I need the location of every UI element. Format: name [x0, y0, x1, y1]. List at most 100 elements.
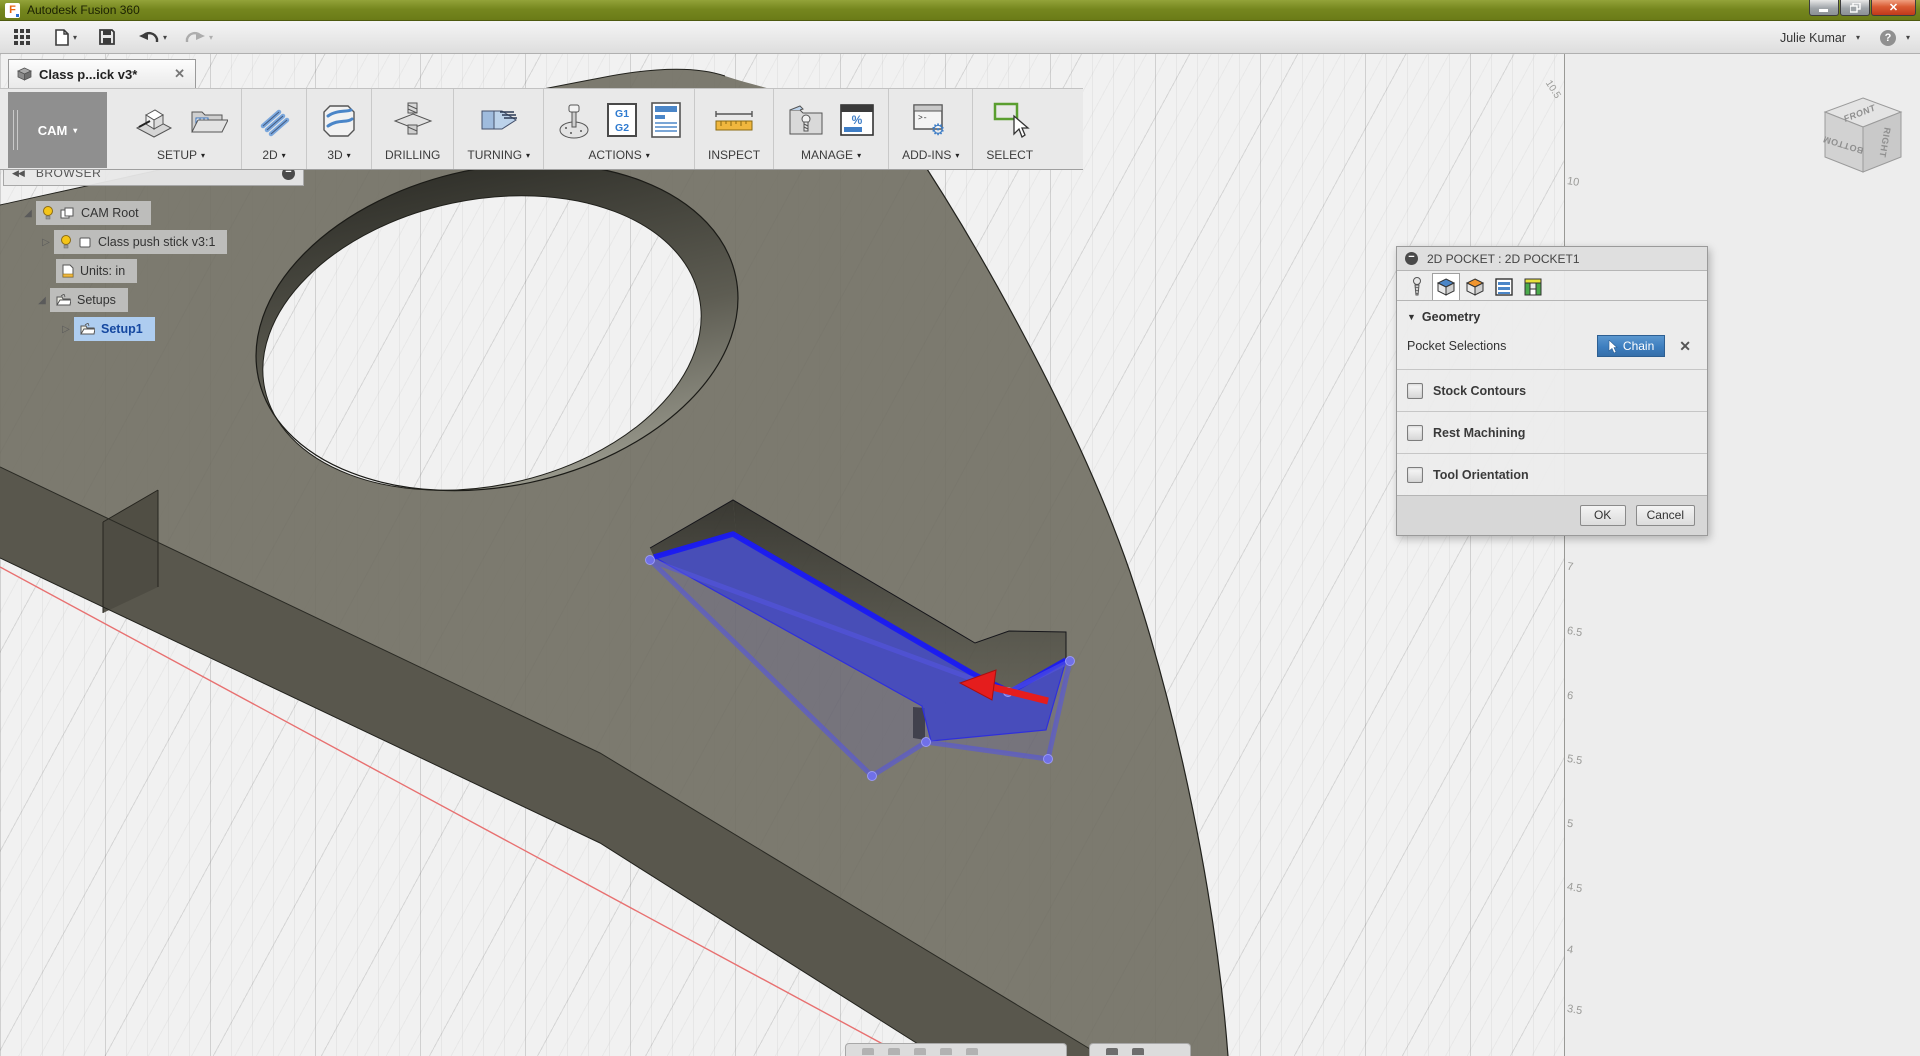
document-tab[interactable]: Class p...ick v3* ✕ — [8, 59, 196, 88]
tree-row-label[interactable]: Setups — [77, 293, 116, 307]
ribbon-group-drilling: DRILLING — [372, 89, 454, 169]
grid-label: 6.5 — [1566, 625, 1583, 639]
tab-heights-icon[interactable] — [1461, 273, 1489, 300]
navigation-bar[interactable] — [845, 1043, 1067, 1056]
visibility-bulb-icon[interactable] — [42, 206, 54, 220]
setup-folder-icon — [80, 323, 95, 335]
visibility-bulb-icon[interactable] — [60, 235, 72, 249]
undo-caret-icon[interactable]: ▾ — [163, 33, 167, 42]
tool-orientation-checkbox[interactable] — [1407, 467, 1423, 483]
svg-text:⚙: ⚙ — [931, 122, 945, 139]
tab-linking-icon[interactable] — [1519, 273, 1547, 300]
clear-selection-icon[interactable]: ✕ — [1673, 338, 1697, 355]
tab-passes-icon[interactable] — [1490, 273, 1518, 300]
machining-time-icon[interactable]: % — [839, 103, 875, 137]
section-title: Geometry — [1422, 310, 1480, 324]
dialog-title-bar[interactable]: − 2D POCKET : 2D POCKET1 — [1397, 247, 1707, 271]
user-menu-caret-icon[interactable]: ▾ — [1856, 33, 1860, 42]
cancel-button[interactable]: Cancel — [1636, 505, 1695, 526]
close-button[interactable]: ✕ — [1871, 0, 1916, 16]
post-process-icon[interactable] — [557, 101, 593, 139]
tree-row-label[interactable]: CAM Root — [81, 206, 139, 220]
tool-library-icon[interactable] — [787, 102, 825, 138]
rest-machining-row: Rest Machining — [1397, 411, 1707, 453]
workspace-label: CAM — [38, 123, 68, 138]
redo-caret-icon[interactable]: ▾ — [209, 33, 213, 42]
document-tab-close-icon[interactable]: ✕ — [172, 66, 187, 82]
collapsed-arrow-icon[interactable]: ▷ — [38, 237, 54, 248]
view-cube[interactable]: FRONT BOTTOM RIGHT — [1816, 88, 1912, 184]
help-caret-icon[interactable]: ▾ — [1906, 33, 1910, 42]
maximize-button[interactable] — [1840, 0, 1870, 16]
drilling-group-label[interactable]: DRILLING — [385, 148, 440, 162]
dropdown-arrow-icon[interactable]: ▾ — [955, 151, 959, 160]
3d-milling-icon[interactable] — [320, 102, 358, 138]
inspect-group-label[interactable]: INSPECT — [708, 148, 760, 162]
drilling-icon[interactable] — [392, 101, 434, 139]
workspace-caret-icon: ▾ — [73, 126, 77, 135]
dropdown-arrow-icon[interactable]: ▾ — [857, 151, 861, 160]
tree-row-units[interactable]: Units: in — [56, 259, 137, 283]
generate-gcode-icon[interactable]: G1 G2 — [607, 103, 637, 137]
tree-row-setups[interactable]: ◢ Setups — [34, 288, 128, 312]
help-button[interactable]: ? — [1880, 30, 1896, 46]
app-grid-icon[interactable] — [14, 29, 31, 46]
ribbon-group-2d: 2D ▾ — [242, 89, 307, 169]
select-group-label[interactable]: SELECT — [986, 148, 1033, 162]
tree-row-setup1[interactable]: ▷ Setup1 — [58, 317, 155, 341]
save-button[interactable] — [99, 29, 115, 45]
dialog-tab-strip — [1397, 271, 1707, 301]
rest-machining-checkbox[interactable] — [1407, 425, 1423, 441]
workspace-switcher[interactable]: CAM ▾ — [8, 92, 107, 168]
dropdown-arrow-icon[interactable]: ▾ — [526, 151, 530, 160]
stock-contours-checkbox[interactable] — [1407, 383, 1423, 399]
display-settings-bar[interactable] — [1089, 1043, 1191, 1056]
grid-label: 7 — [1566, 561, 1574, 574]
file-menu-button[interactable]: ▾ — [55, 29, 77, 46]
dialog-collapse-icon[interactable]: − — [1405, 252, 1418, 265]
ribbon-group-manage: % MANAGE ▾ — [774, 89, 889, 169]
addins-icon[interactable]: >- ⚙ — [910, 101, 952, 139]
manage-group-label[interactable]: MANAGE — [801, 148, 853, 162]
section-expand-icon[interactable]: ▼ — [1407, 312, 1416, 322]
setup-sheet-icon[interactable] — [651, 102, 681, 138]
2d-group-label[interactable]: 2D — [262, 148, 277, 162]
ribbon-group-addins: >- ⚙ ADD-INS ▾ — [889, 89, 973, 169]
setup-folder-icon[interactable] — [188, 102, 228, 138]
undo-button[interactable]: ▾ — [139, 30, 167, 44]
2d-milling-icon[interactable] — [255, 102, 293, 138]
expand-arrow-icon[interactable]: ◢ — [34, 295, 50, 306]
geometry-section-header[interactable]: ▼ Geometry — [1397, 301, 1707, 331]
tab-geometry-icon[interactable] — [1432, 273, 1460, 300]
svg-text:%: % — [852, 113, 863, 127]
ribbon-group-3d: 3D ▾ — [307, 89, 372, 169]
tree-row-label[interactable]: Setup1 — [101, 322, 143, 336]
turning-group-label[interactable]: TURNING — [467, 148, 522, 162]
dropdown-arrow-icon[interactable]: ▾ — [201, 151, 205, 160]
tree-row-cam-root[interactable]: ◢ CAM Root — [20, 201, 151, 225]
tree-row-label[interactable]: Units: in — [80, 264, 125, 278]
chain-selection-button[interactable]: Chain — [1597, 335, 1665, 357]
actions-group-label[interactable]: ACTIONS — [588, 148, 641, 162]
minimize-button[interactable] — [1809, 0, 1839, 16]
redo-button[interactable]: ▾ — [185, 30, 213, 44]
tab-tool-icon[interactable] — [1403, 273, 1431, 300]
tree-row-component[interactable]: ▷ Class push stick v3:1 — [38, 230, 227, 254]
expand-arrow-icon[interactable]: ◢ — [20, 208, 36, 219]
new-setup-icon[interactable] — [134, 102, 174, 138]
setup-group-label[interactable]: SETUP — [157, 148, 197, 162]
measure-icon[interactable] — [712, 105, 756, 135]
user-menu[interactable]: Julie Kumar — [1780, 31, 1846, 45]
turning-icon[interactable] — [478, 103, 520, 137]
dropdown-arrow-icon[interactable]: ▾ — [282, 151, 286, 160]
3d-group-label[interactable]: 3D — [327, 148, 342, 162]
dropdown-arrow-icon[interactable]: ▾ — [646, 151, 650, 160]
select-icon[interactable] — [990, 100, 1030, 140]
tree-row-label[interactable]: Class push stick v3:1 — [98, 235, 215, 249]
grid-label: 4.5 — [1566, 881, 1583, 895]
collapsed-arrow-icon[interactable]: ▷ — [58, 324, 74, 335]
ok-button[interactable]: OK — [1580, 505, 1626, 526]
tool-orientation-row: Tool Orientation — [1397, 453, 1707, 495]
dropdown-arrow-icon[interactable]: ▾ — [347, 151, 351, 160]
addins-group-label[interactable]: ADD-INS — [902, 148, 951, 162]
